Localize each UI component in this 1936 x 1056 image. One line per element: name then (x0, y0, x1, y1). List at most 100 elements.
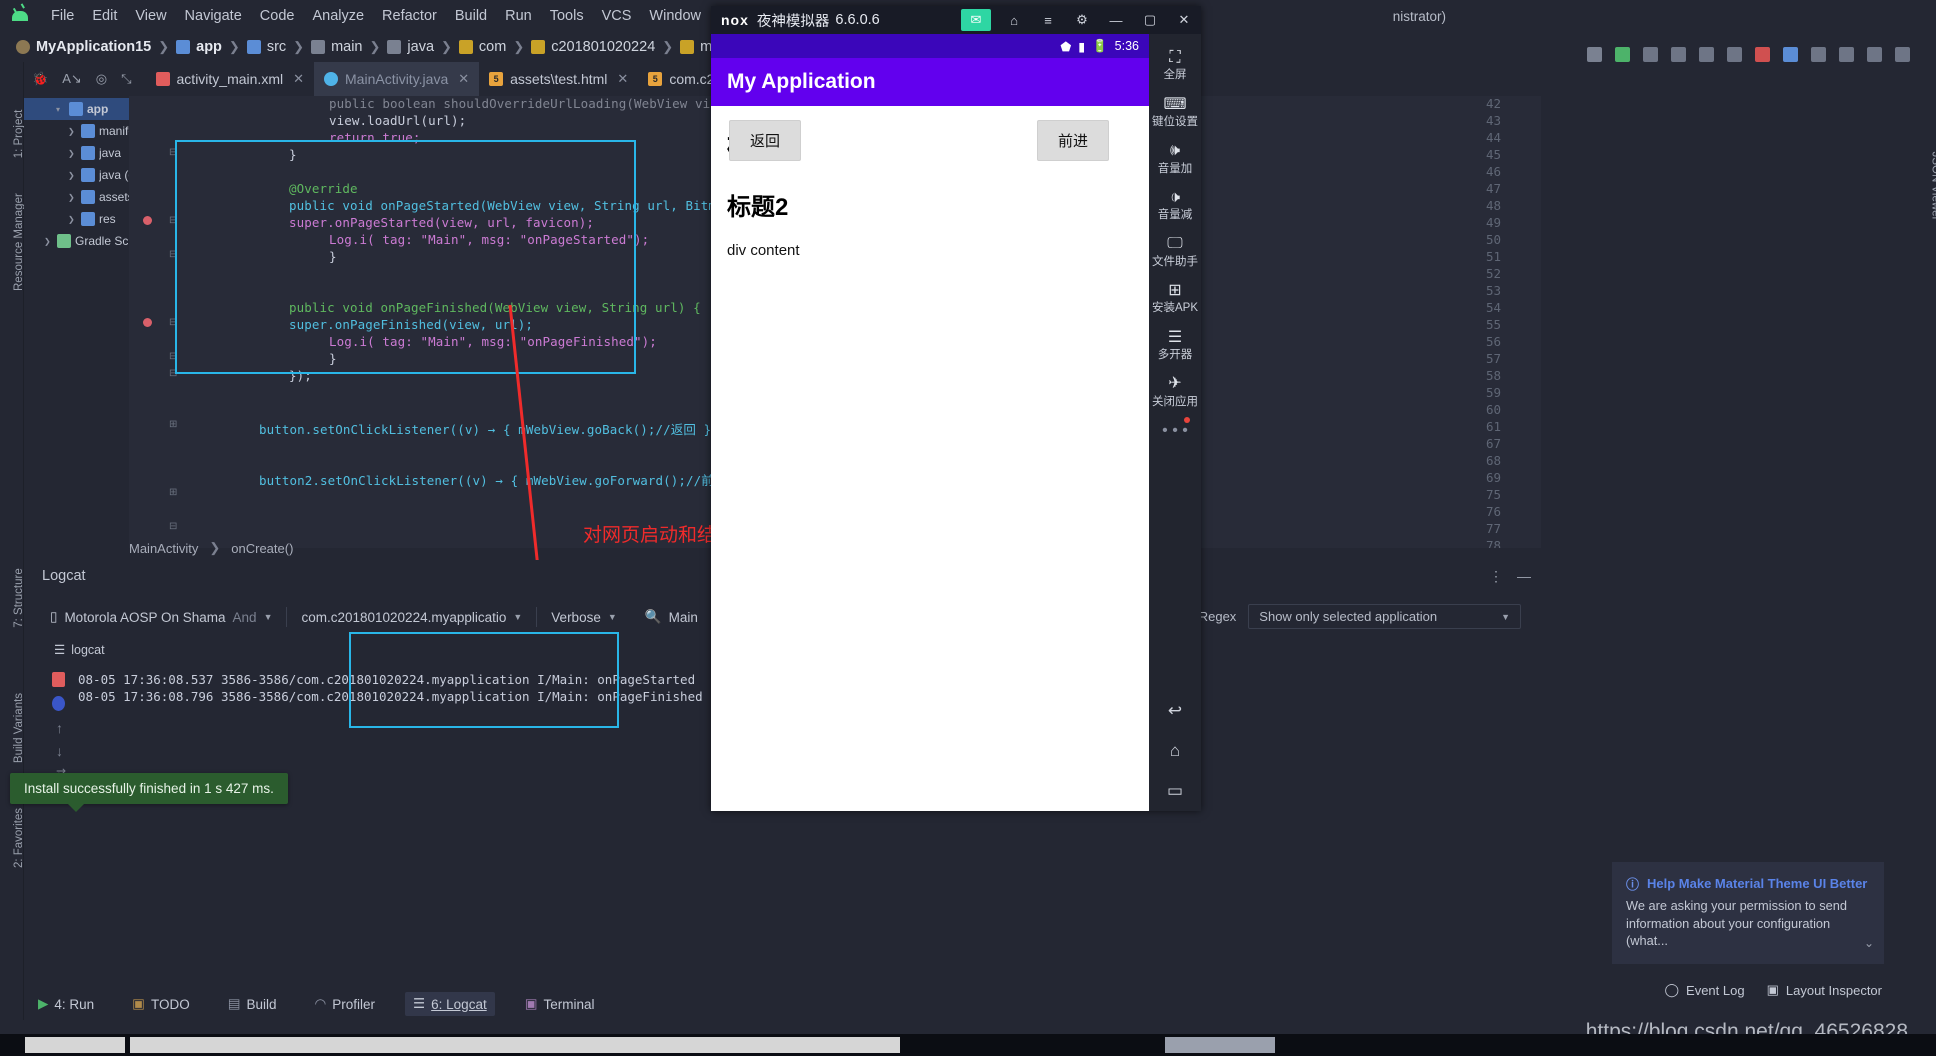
chevron-down-icon[interactable] (1587, 46, 1602, 62)
menu-vcs[interactable]: VCS (593, 5, 641, 27)
tree-item-app[interactable]: ▾ app (24, 98, 129, 120)
tab-activity-main-xml[interactable]: activity_main.xml ✕ (146, 62, 315, 96)
nox-message-icon[interactable]: ✉ (961, 9, 991, 31)
chevron-down-icon[interactable]: ▼ (264, 612, 273, 622)
fold-marker[interactable]: ⊟ (169, 147, 177, 158)
chevron-right-icon[interactable]: ❯ (68, 193, 77, 202)
tree-item-java[interactable]: ❯ java (24, 142, 129, 164)
forward-button[interactable]: 前进 (1036, 120, 1109, 161)
run-toolbar-icon[interactable] (1615, 46, 1630, 62)
menu-refactor[interactable]: Refactor (373, 5, 446, 27)
chevron-down-icon[interactable]: ⌄ (1864, 936, 1874, 950)
search-toolbar-icon[interactable] (1867, 46, 1882, 62)
nox-settings-icon[interactable]: ⚙ (1065, 6, 1099, 34)
recents-nav-icon[interactable]: ▭ (1167, 781, 1183, 801)
collapse-icon[interactable]: ⤡ (121, 71, 131, 87)
nox-tool-more[interactable]: • • • (1149, 415, 1201, 446)
avd-manager-icon[interactable] (1699, 46, 1714, 62)
breadcrumb-item-java[interactable]: java (383, 39, 438, 55)
breadcrumb-item-c201801020224[interactable]: c201801020224 (527, 39, 659, 55)
close-icon[interactable]: ✕ (617, 71, 628, 87)
home-nav-icon[interactable]: ⌂ (1170, 741, 1180, 761)
chevron-down-icon[interactable]: ▼ (608, 612, 617, 622)
menu-analyze[interactable]: Analyze (303, 5, 373, 27)
menu-view[interactable]: View (126, 5, 175, 27)
profiler-toolbar-icon[interactable] (1811, 46, 1826, 62)
clear-logcat-icon[interactable] (52, 672, 65, 687)
bottom-tab-todo[interactable]: ▣ TODO (124, 992, 198, 1016)
sync-icon[interactable] (1671, 46, 1686, 62)
stop-icon[interactable] (1755, 46, 1770, 62)
fold-marker[interactable]: ⊟ (169, 521, 177, 532)
scroll-to-end-icon[interactable] (52, 696, 65, 711)
scroll-up-icon[interactable]: ↑ (56, 720, 63, 736)
more-options-icon[interactable]: ⋮ (1489, 568, 1503, 585)
target-icon[interactable]: ◎ (96, 71, 107, 87)
show-only-selected-app-selector[interactable]: Show only selected application ▼ (1248, 604, 1521, 629)
bottom-tab-profiler[interactable]: ◠ Profiler (307, 992, 384, 1016)
fold-marker[interactable]: ⊞ (169, 487, 177, 498)
breadcrumb-item-app[interactable]: app (172, 39, 226, 55)
tool-button-json-viewer[interactable]: JSON Viewer (1930, 152, 1936, 221)
chevron-right-icon[interactable]: ❯ (68, 171, 77, 180)
nox-tool-file-assistant[interactable]: 🖵 文件助手 (1149, 228, 1201, 275)
menu-edit[interactable]: Edit (83, 5, 126, 27)
menu-tools[interactable]: Tools (541, 5, 593, 27)
webview-content[interactable]: 标题1 返回 前进 标题2 div content (711, 106, 1149, 739)
layout-icon[interactable] (1783, 46, 1798, 62)
nox-maximize-icon[interactable]: ▢ (1133, 6, 1167, 34)
breakpoint-icon[interactable] (143, 216, 152, 225)
chevron-right-icon[interactable]: ❯ (68, 149, 77, 158)
tab-mainactivity-java[interactable]: MainActivity.java ✕ (314, 62, 480, 96)
close-icon[interactable]: ✕ (458, 71, 469, 87)
nox-tool-install-apk[interactable]: ⊞ 安装APK (1149, 275, 1201, 322)
fold-marker[interactable]: ⊟ (169, 215, 177, 226)
taskbar-item[interactable] (25, 1037, 125, 1053)
nox-tool-keymap[interactable]: ⌨ 键位设置 (1149, 89, 1201, 136)
device-selector[interactable]: ▯ Motorola AOSP On Shama And ▼ (36, 609, 286, 625)
tree-item-java-generated[interactable]: ❯ java (gener (24, 164, 129, 186)
chevron-right-icon[interactable]: ❯ (68, 127, 77, 136)
breakpoint-icon[interactable] (143, 318, 152, 327)
breadcrumb-item-project[interactable]: MyApplication15 (12, 39, 155, 55)
bottom-tab-build[interactable]: ▤ Build (220, 992, 285, 1016)
fold-marker[interactable]: ⊟ (169, 317, 177, 328)
menu-navigate[interactable]: Navigate (176, 5, 251, 27)
nox-minimize-icon[interactable]: — (1099, 6, 1133, 34)
chevron-down-icon[interactable]: ▼ (513, 612, 522, 622)
breadcrumb-item-main[interactable]: main (307, 39, 366, 55)
nox-tool-multi-instance[interactable]: ☰ 多开器 (1149, 322, 1201, 369)
notification-balloon[interactable]: ⓘ Help Make Material Theme UI Better We … (1612, 862, 1884, 964)
close-icon[interactable]: ✕ (293, 71, 304, 87)
fold-marker[interactable]: ⊟ (169, 351, 177, 362)
tree-item-manifests[interactable]: ❯ manifests (24, 120, 129, 142)
settings-icon[interactable] (1895, 46, 1910, 62)
debug-icon[interactable] (1643, 46, 1658, 62)
tree-item-gradle-scripts[interactable]: ❯ Gradle Scripts (24, 230, 129, 252)
menu-code[interactable]: Code (251, 5, 304, 27)
chevron-right-icon[interactable]: ❯ (68, 215, 77, 224)
nox-tool-close-app[interactable]: ✈ 关闭应用 (1149, 368, 1201, 415)
fold-marker[interactable]: ⊞ (169, 419, 177, 430)
chevron-right-icon[interactable]: ❯ (44, 237, 53, 246)
device-icon[interactable] (1839, 46, 1854, 62)
sdk-manager-icon[interactable] (1727, 46, 1742, 62)
nox-tool-volume-down[interactable]: 🕩 音量减 (1149, 182, 1201, 229)
bottom-tab-logcat[interactable]: ☰ 6: Logcat (405, 992, 495, 1016)
event-log-button[interactable]: ◯ Event Log (1664, 982, 1744, 998)
nox-tool-volume-up[interactable]: 🕪 音量加 (1149, 135, 1201, 182)
nox-close-icon[interactable]: ✕ (1167, 6, 1201, 34)
nox-tool-fullscreen[interactable]: ⛶ 全屏 (1149, 42, 1201, 89)
breadcrumb-item-com[interactable]: com (455, 39, 510, 55)
menu-window[interactable]: Window (640, 5, 710, 27)
tree-item-res[interactable]: ❯ res (24, 208, 129, 230)
menu-build[interactable]: Build (446, 5, 496, 27)
chevron-down-icon[interactable]: ▾ (56, 105, 65, 114)
minimize-icon[interactable]: — (1517, 568, 1531, 585)
layout-inspector-button[interactable]: ▣ Layout Inspector (1767, 982, 1882, 998)
nox-home-icon[interactable]: ⌂ (997, 6, 1031, 34)
menu-run[interactable]: Run (496, 5, 541, 27)
scroll-down-icon[interactable]: ↓ (56, 743, 63, 759)
breadcrumb-item-src[interactable]: src (243, 39, 290, 55)
tab-assets-test-html[interactable]: 5 assets\test.html ✕ (479, 62, 638, 96)
